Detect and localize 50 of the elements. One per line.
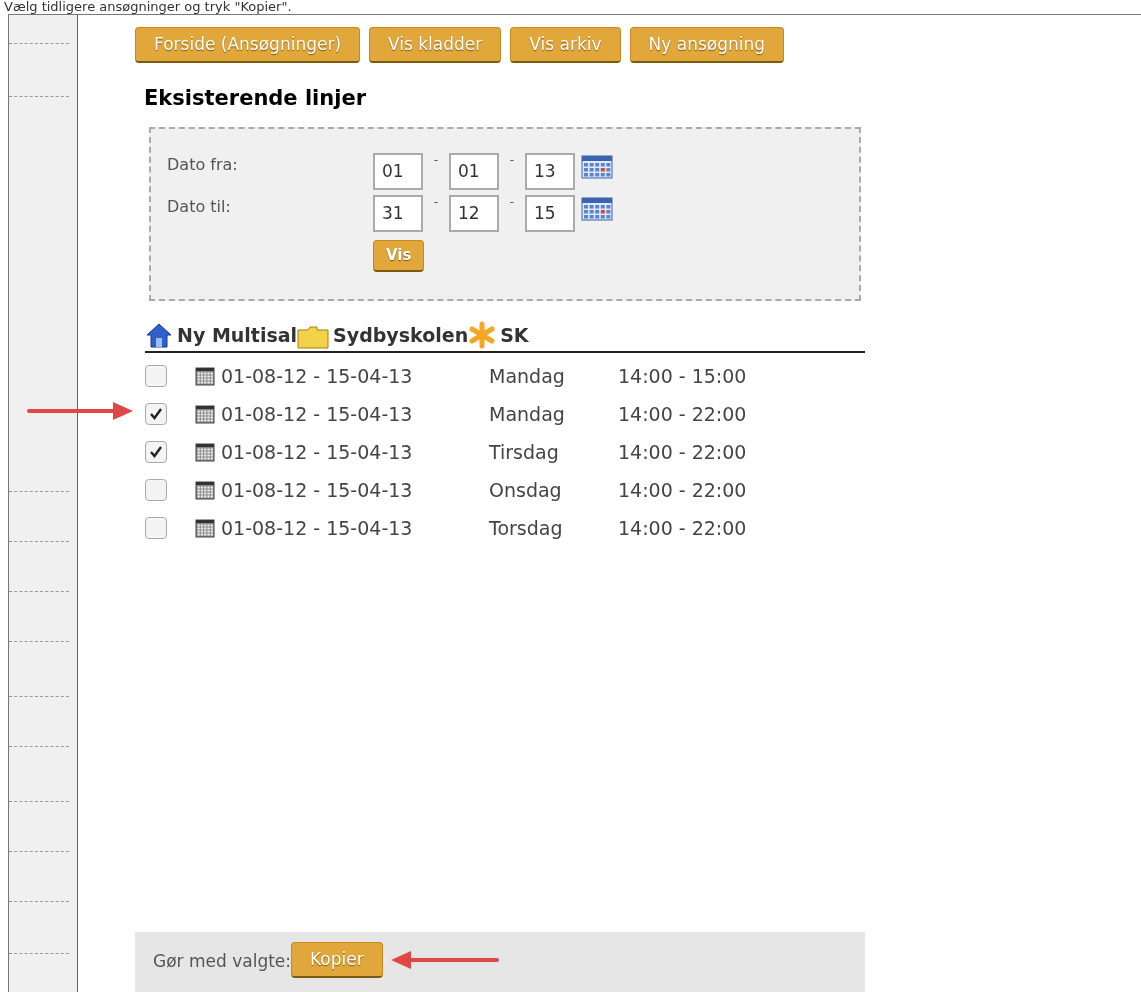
breadcrumb-item[interactable]: SK [500,320,529,349]
date-field[interactable]: 01 [449,152,499,190]
check-icon [149,407,163,421]
date-field[interactable]: 13 [525,152,575,190]
calendar-icon [195,480,215,500]
row-checkbox[interactable] [145,517,167,539]
time-text: 14:00 - 15:00 [618,363,747,389]
date-field[interactable]: 01 [373,152,423,190]
date-field[interactable]: 31 [373,194,423,232]
period-text: 01-08-12 - 15-04-13 [221,401,414,427]
action-label: Gør med valgte: [153,950,292,973]
weekday-text: Onsdag [489,477,563,503]
date-separator: - [508,152,516,167]
date-field[interactable]: 15 [525,194,575,232]
date-separator: - [432,194,440,209]
weekday-text: Tirsdag [489,439,560,465]
date-separator: - [432,152,440,167]
check-icon [149,445,163,459]
time-text: 14:00 - 22:00 [618,439,747,465]
row-checkbox[interactable] [145,479,167,501]
calendar-icon [195,518,215,538]
section-heading: Eksisterende linjer [144,85,368,112]
calendar-icon[interactable] [581,152,613,179]
weekday-text: Mandag [489,401,566,427]
calendar-icon [195,442,215,462]
weekday-text: Mandag [489,363,566,389]
period-text: 01-08-12 - 15-04-13 [221,477,414,503]
folder-icon [297,325,330,349]
weekday-text: Torsdag [489,515,564,541]
calendar-icon [195,366,215,386]
house-icon [145,321,173,349]
date-field[interactable]: 12 [449,194,499,232]
period-text: 01-08-12 - 15-04-13 [221,515,414,541]
period-text: 01-08-12 - 15-04-13 [221,439,414,465]
calendar-icon[interactable] [581,194,613,221]
period-text: 01-08-12 - 15-04-13 [221,363,414,389]
field-label: Dato fra: [167,153,239,176]
date-separator: - [508,194,516,209]
time-text: 14:00 - 22:00 [618,401,747,427]
field-label: Dato til: [167,195,232,218]
instruction-text: Vælg tidligere ansøgninger og tryk "Kopier". [3,0,293,14]
time-text: 14:00 - 22:00 [618,477,747,503]
row-checkbox[interactable] [145,365,167,387]
time-text: 14:00 - 22:00 [618,515,747,541]
asterisk-icon [468,321,497,349]
row-checkbox[interactable] [145,403,167,425]
calendar-icon [195,404,215,424]
breadcrumb-item[interactable]: Sydbyskolen [333,320,469,349]
breadcrumb-item[interactable]: Ny Multisal [177,320,298,349]
row-checkbox[interactable] [145,441,167,463]
